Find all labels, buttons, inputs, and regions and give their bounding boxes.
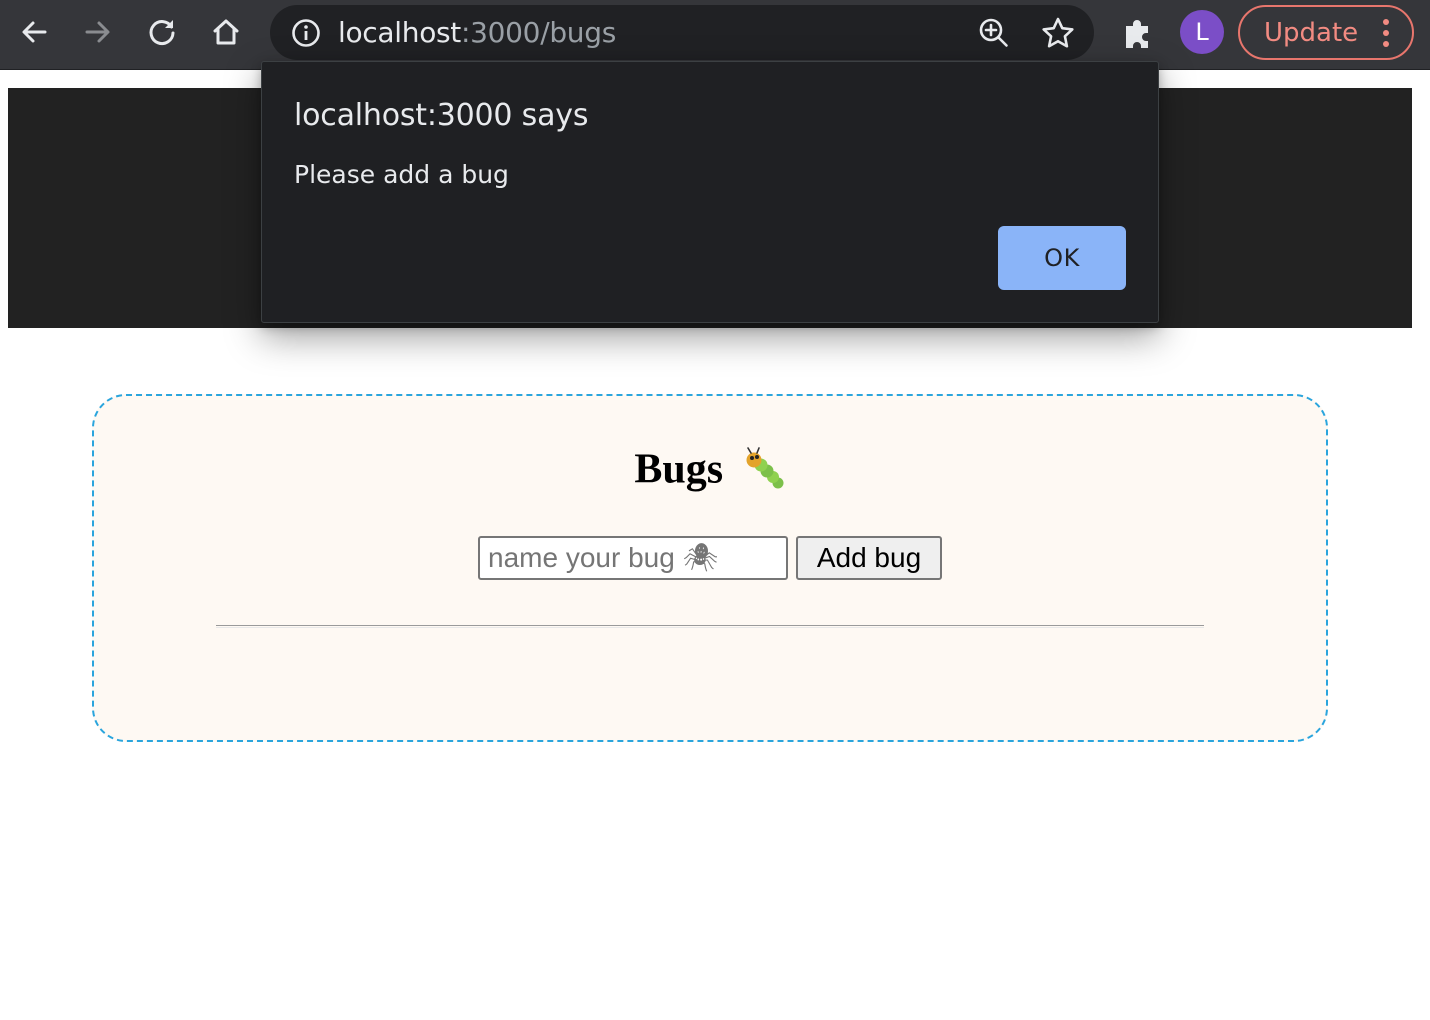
profile-avatar[interactable]: L <box>1180 10 1224 54</box>
bugs-card: Bugs Add bug <box>92 394 1328 742</box>
caterpillar-icon <box>746 447 784 489</box>
divider <box>216 625 1204 628</box>
star-icon[interactable] <box>1040 15 1076 51</box>
alert-dialog: localhost:3000 says Please add a bug OK <box>261 61 1159 323</box>
update-button[interactable]: Update <box>1238 5 1414 60</box>
info-icon[interactable] <box>290 17 322 49</box>
back-button[interactable] <box>10 8 58 56</box>
url-text[interactable]: localhost:3000/bugs <box>338 17 616 49</box>
puzzle-icon[interactable] <box>1116 12 1160 56</box>
home-button[interactable] <box>202 8 250 56</box>
forward-arrow-icon <box>85 21 110 43</box>
zoom-icon[interactable] <box>976 15 1012 51</box>
forward-button[interactable] <box>74 8 122 56</box>
ok-button[interactable]: OK <box>998 226 1126 290</box>
back-arrow-icon <box>22 21 47 43</box>
alert-message: Please add a bug <box>294 160 509 189</box>
alert-title: localhost:3000 says <box>294 98 589 133</box>
url-path: :3000/bugs <box>461 16 617 49</box>
kebab-menu-icon <box>1383 19 1389 47</box>
title-text: Bugs <box>634 446 724 493</box>
page-title: Bugs <box>94 440 1326 495</box>
add-bug-button[interactable]: Add bug <box>796 536 942 580</box>
address-bar[interactable]: localhost:3000/bugs <box>270 5 1094 60</box>
bug-name-input[interactable] <box>478 536 788 580</box>
browser-toolbar: localhost:3000/bugs L Update <box>0 0 1430 70</box>
reload-button[interactable] <box>138 8 186 56</box>
reload-icon <box>149 20 175 46</box>
home-icon <box>213 19 239 45</box>
update-label: Update <box>1264 18 1359 48</box>
url-host: localhost <box>338 16 461 49</box>
